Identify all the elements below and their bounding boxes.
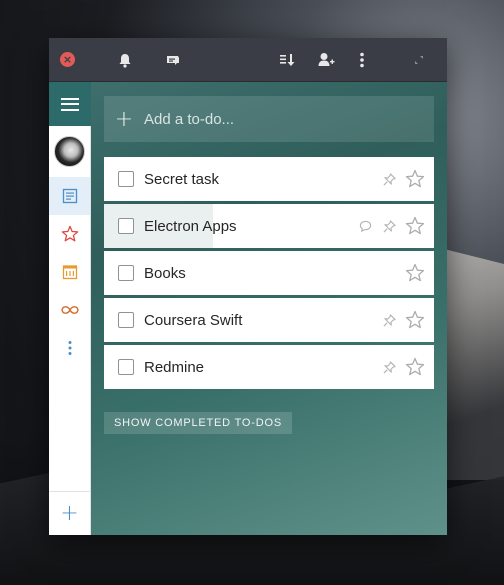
- menu-toggle-button[interactable]: [49, 82, 91, 126]
- sort-icon[interactable]: [277, 50, 297, 70]
- task-row[interactable]: Redmine: [104, 345, 434, 389]
- resize-icon[interactable]: [409, 50, 429, 70]
- hamburger-icon: [61, 97, 79, 111]
- task-checkbox[interactable]: [118, 265, 134, 281]
- pin-icon[interactable]: [380, 170, 398, 188]
- sidebar-item-today[interactable]: [49, 253, 90, 291]
- sidebar-item-week[interactable]: [49, 291, 90, 329]
- task-checkbox[interactable]: [118, 218, 134, 234]
- sidebar: +: [49, 82, 91, 535]
- sidebar-item-more[interactable]: [49, 329, 90, 367]
- show-completed-button[interactable]: SHOW COMPLETED TO-DOS: [104, 412, 292, 434]
- star-icon: [61, 225, 78, 242]
- star-icon[interactable]: [404, 168, 426, 190]
- task-title: Electron Apps: [144, 217, 237, 235]
- titlebar: ×: [49, 38, 447, 82]
- add-todo-placeholder: Add a to-do...: [144, 110, 235, 128]
- plus-icon: +: [114, 106, 134, 132]
- wunderlist-window: × + + Add a to-do... Secret task Electro…: [49, 38, 447, 535]
- add-list-button[interactable]: +: [49, 491, 90, 535]
- more-vertical-icon: [68, 341, 71, 355]
- task-row[interactable]: Books: [104, 251, 434, 295]
- comment-icon[interactable]: [356, 217, 374, 235]
- calendar-icon: [62, 265, 77, 280]
- plus-icon: +: [60, 501, 79, 526]
- avatar[interactable]: [54, 136, 85, 167]
- task-row[interactable]: Electron Apps: [104, 204, 434, 248]
- star-icon[interactable]: [404, 215, 426, 237]
- task-row[interactable]: Coursera Swift: [104, 298, 434, 342]
- task-checkbox[interactable]: [118, 312, 134, 328]
- sidebar-item-inbox[interactable]: [49, 177, 90, 215]
- task-list-panel: + Add a to-do... Secret task Electron Ap…: [91, 82, 447, 535]
- task-title: Coursera Swift: [144, 311, 243, 329]
- bell-icon[interactable]: [115, 50, 135, 70]
- star-icon[interactable]: [404, 309, 426, 331]
- task-row[interactable]: Secret task: [104, 157, 434, 201]
- star-icon[interactable]: [404, 356, 426, 378]
- pin-icon[interactable]: [380, 311, 398, 329]
- pin-icon[interactable]: [380, 358, 398, 376]
- sidebar-item-starred[interactable]: [49, 215, 90, 253]
- close-window-button[interactable]: ×: [60, 52, 75, 67]
- task-title: Redmine: [144, 358, 205, 376]
- task-checkbox[interactable]: [118, 171, 134, 187]
- conversation-icon[interactable]: [163, 50, 183, 70]
- infinity-icon: [60, 306, 79, 314]
- star-icon[interactable]: [404, 262, 426, 284]
- more-icon[interactable]: [352, 50, 372, 70]
- pin-icon[interactable]: [380, 217, 398, 235]
- add-person-icon[interactable]: [316, 50, 336, 70]
- inbox-icon: [62, 188, 77, 204]
- add-todo-input[interactable]: + Add a to-do...: [104, 96, 434, 142]
- task-title: Secret task: [144, 170, 220, 188]
- task-title: Books: [144, 264, 186, 282]
- task-checkbox[interactable]: [118, 359, 134, 375]
